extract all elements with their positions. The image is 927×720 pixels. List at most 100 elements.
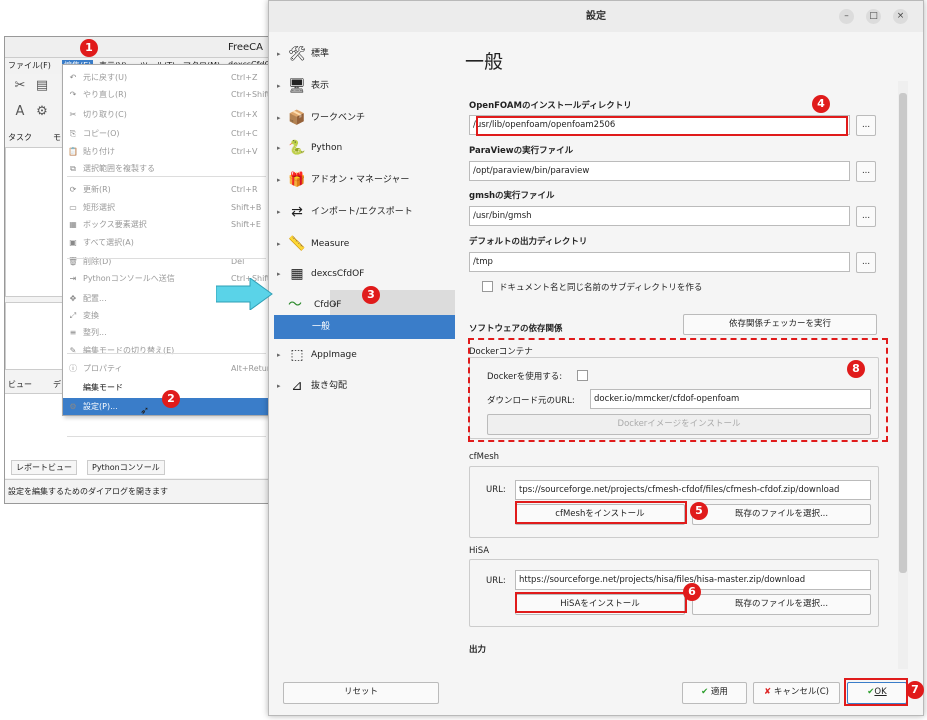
maximize-icon[interactable]: □ xyxy=(866,9,881,24)
hisa-group-title: HiSA xyxy=(469,546,490,556)
cfmesh-url-input[interactable]: tps://sourceforge.net/projects/cfmesh-cf… xyxy=(515,480,871,500)
menu-item[interactable]: ▣ すべて選択(A) xyxy=(63,234,270,251)
badge-2: 2 xyxy=(162,390,180,408)
menu-item[interactable]: ✂ 切り取り(C) Ctrl+X xyxy=(63,106,270,123)
badge-3: 3 xyxy=(362,286,380,304)
nav-expand-icon[interactable]: ▸ xyxy=(277,229,281,259)
menu-item-label: 矩形選択 xyxy=(83,203,115,212)
menu-item-icon: ≡ xyxy=(69,328,77,337)
tab-model[interactable]: モ xyxy=(53,132,61,143)
nav-item-label: インポート/エクスポート xyxy=(311,207,413,217)
vertical-scrollbar[interactable] xyxy=(898,81,908,669)
hisa-choose-file-button[interactable]: 既存のファイルを選択... xyxy=(692,594,871,615)
menu-item[interactable]: 🗑 削除(D) Del xyxy=(63,253,270,270)
nav-item[interactable]: ▸ 📦 ワークベンチ xyxy=(274,103,455,133)
cancel-label: キャンセル(C) xyxy=(773,687,829,697)
menu-item-label: プロパティ xyxy=(83,364,123,373)
tab-task[interactable]: タスク xyxy=(8,132,32,143)
nav-item[interactable]: ▸ 🐍 Python xyxy=(274,133,455,163)
scrollbar-thumb[interactable] xyxy=(899,93,907,573)
openfoam-browse-button[interactable]: ... xyxy=(856,115,876,136)
badge-4: 4 xyxy=(812,95,830,113)
tab-data[interactable]: デ xyxy=(53,379,61,390)
tab-view[interactable]: ビュー xyxy=(8,379,32,390)
menu-item-icon: ✂ xyxy=(69,110,77,119)
nav-expand-icon[interactable]: ▸ xyxy=(277,71,281,101)
menu-item-label: ボックス要素選択 xyxy=(83,220,147,229)
menu-file[interactable]: ファイル(F) xyxy=(8,60,51,71)
nav-item-icon: 🛠 xyxy=(288,46,306,62)
nav-item[interactable]: ▸ 🎁 アドオン・マネージャー xyxy=(274,165,455,195)
outdir-browse-button[interactable]: ... xyxy=(856,252,876,273)
run-dependency-checker-button[interactable]: 依存関係チェッカーを実行 xyxy=(683,314,877,335)
text-a-icon[interactable]: A xyxy=(11,103,29,121)
menu-item[interactable]: ▦ ボックス要素選択 Shift+E xyxy=(63,216,270,233)
nav-item[interactable]: ▸ ⇄ インポート/エクスポート xyxy=(274,197,455,227)
menu-item[interactable]: ⟳ 更新(R) Ctrl+R xyxy=(63,181,270,198)
outdir-input[interactable]: /tmp xyxy=(469,252,850,272)
subdir-checkbox[interactable] xyxy=(482,281,493,292)
nav-item-icon: ⊿ xyxy=(291,378,303,394)
cancel-button[interactable]: ✘ キャンセル(C) xyxy=(753,682,840,704)
menu-item[interactable]: ⧉ 選択範囲を複製する xyxy=(63,160,270,177)
nav-item[interactable]: ▸ ⬚ AppImage xyxy=(274,340,455,370)
nav-item[interactable]: ▸ 🖥 表示 xyxy=(274,71,455,101)
menu-item[interactable]: ↷ やり直し(R) Ctrl+Shift xyxy=(63,86,270,103)
cfmesh-choose-file-button[interactable]: 既存のファイルを選択... xyxy=(692,504,871,525)
menu-item-icon: ▦ xyxy=(69,220,77,229)
close-icon[interactable]: × xyxy=(893,9,908,24)
menu-item-icon: ⎘ xyxy=(69,129,77,138)
nav-item[interactable]: 一般 xyxy=(274,315,455,339)
badge-8: 8 xyxy=(847,360,865,378)
nav-item[interactable]: ▸ ⊿ 抜き勾配 xyxy=(274,371,455,401)
tab-python-console[interactable]: Pythonコンソール xyxy=(87,460,165,475)
nav-expand-icon[interactable]: ▸ xyxy=(277,371,281,401)
nav-item[interactable]: ▸ 🛠 標準 xyxy=(274,39,455,69)
menu-item[interactable]: ≡ 整列... xyxy=(63,324,270,341)
menu-item-label: 編集モードの切り替え(E) xyxy=(83,346,175,355)
scissors-icon[interactable]: ✂ xyxy=(11,77,29,95)
document-icon[interactable]: ▤ xyxy=(33,77,51,95)
menu-separator xyxy=(67,176,266,177)
nav-item-label: 表示 xyxy=(311,81,330,91)
nav-item[interactable]: ▸ 📏 Measure xyxy=(274,229,455,259)
menu-item[interactable]: 📋 貼り付け Ctrl+V xyxy=(63,143,270,160)
nav-expand-icon[interactable]: ▸ xyxy=(277,39,281,69)
outdir-label: デフォルトの出力ディレクトリ xyxy=(469,237,588,247)
freecad-top-tabs: タスク モ xyxy=(5,129,65,145)
openfoam-label: OpenFOAMのインストールディレクトリ xyxy=(469,101,632,111)
nav-expand-icon[interactable]: ▸ xyxy=(277,165,281,195)
nav-expand-icon[interactable]: ▸ xyxy=(277,197,281,227)
preferences-nav: ▸ 🛠 標準 ▸ 🖥 表示 ▸ 📦 ワークベンチ ▸ 🐍 Python ▸ 🎁 アドオン・マネージャー ▸ ⇄ イ… xyxy=(274,35,455,675)
menu-item[interactable]: ⓘ プロパティ Alt+Retur xyxy=(63,360,270,377)
reset-button[interactable]: リセット xyxy=(283,682,439,704)
menu-item[interactable]: ⎘ コピー(O) Ctrl+C xyxy=(63,125,270,142)
nav-expand-icon[interactable]: ▸ xyxy=(277,340,281,370)
menu-item-label: 選択範囲を複製する xyxy=(83,164,155,173)
menu-item[interactable]: ✎ 編集モードの切り替え(E) xyxy=(63,342,270,359)
gmsh-input[interactable]: /usr/bin/gmsh xyxy=(469,206,850,226)
menu-item-icon: ⇥ xyxy=(69,274,77,283)
menu-item[interactable]: ↶ 元に戻す(U) Ctrl+Z xyxy=(63,69,270,86)
minimize-icon[interactable]: – xyxy=(839,9,854,24)
mouse-cursor-icon: ➶ xyxy=(140,404,150,417)
paraview-browse-button[interactable]: ... xyxy=(856,161,876,182)
nav-item-icon: 📏 xyxy=(288,236,306,252)
menu-item-icon: ⚙ xyxy=(69,402,77,411)
nav-expand-icon[interactable]: ▸ xyxy=(277,133,281,163)
menu-item-shortcut: Shift+E xyxy=(231,220,261,229)
apply-button[interactable]: ✔ 適用 xyxy=(682,682,747,704)
menu-item-label: コピー(O) xyxy=(83,129,120,138)
hisa-url-label: URL: xyxy=(486,576,506,586)
nav-expand-icon[interactable]: ▸ xyxy=(277,259,281,289)
menu-item-label: 整列... xyxy=(83,328,107,337)
paraview-input[interactable]: /opt/paraview/bin/paraview xyxy=(469,161,850,181)
menu-item[interactable]: ▭ 矩形選択 Shift+B xyxy=(63,199,270,216)
pointer-arrow-icon xyxy=(216,278,273,310)
gmsh-browse-button[interactable]: ... xyxy=(856,206,876,227)
nav-item[interactable]: ▸ ▦ dexcsCfdOF xyxy=(274,259,455,289)
nav-expand-icon[interactable]: ▸ xyxy=(277,103,281,133)
tab-report-view[interactable]: レポートビュー xyxy=(11,460,77,475)
highlight-ok xyxy=(844,678,908,706)
gear-icon[interactable]: ⚙ xyxy=(33,103,51,121)
